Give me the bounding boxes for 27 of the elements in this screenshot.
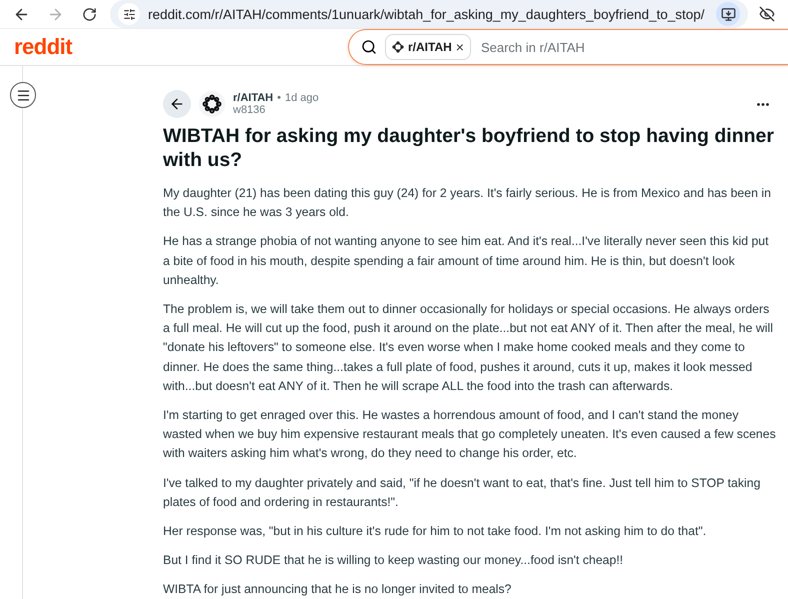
subreddit-link[interactable]: r/AITAH xyxy=(233,92,274,104)
search-field[interactable]: r/AITAH × Search in r/AITAH xyxy=(348,29,788,65)
site-settings-icon[interactable] xyxy=(118,3,140,25)
post-paragraph: The problem is, we will take them out to dinner occasionally for holidays or special occasions. He always orders a full meal. He will cut up the food, push it around on the plate...but not eat ANY of it. Then after the meal, he will "donate his leftovers" to someone else. It's even worse when I make home cooked meals and they come to dinner. He does the same thing...takes a full plate of food, pushes it around, cuts it up, makes it look messed with...but doesn't eat ANY of it. Then he will scrape ALL the food into the trash can afterwards. xyxy=(163,301,774,395)
separator-dot: • xyxy=(277,92,281,104)
post-paragraph: I'm starting to get enraged over this. He wastes a horrendous amount of food, and I can't stand the money wasted when we buy him expensive restaurant meals that go completely uneaten. It's even caused a few scenes with waiters asking him what's wrong, do they need to change his order, etc. xyxy=(163,407,777,462)
search-icon xyxy=(361,39,377,55)
url-text: reddit.com/r/AITAH/comments/1unuark/wibtah_for_asking_my_daughters_boyfriend_to_stop/ xyxy=(148,6,706,22)
subreddit-chip[interactable]: r/AITAH × xyxy=(385,34,471,60)
install-app-icon[interactable] xyxy=(716,2,740,26)
reload-icon xyxy=(82,6,96,22)
author-link[interactable]: w8136 xyxy=(233,104,740,116)
back-button[interactable] xyxy=(163,90,191,118)
menu-icon xyxy=(16,88,30,102)
post-age: 1d ago xyxy=(285,92,319,104)
menu-button[interactable] xyxy=(10,82,36,108)
post-paragraph: My daughter (21) has been dating this guy (24) for 2 years. It's fairly serious. He is from Mexico and has been in the U.S. since he was 3 years old. xyxy=(163,185,772,222)
post-title: WIBTAH for asking my daughter's boyfriend to stop having dinner with us? xyxy=(163,124,775,172)
more-icon xyxy=(757,102,769,106)
subreddit-avatar[interactable] xyxy=(199,91,225,117)
post-paragraph: WIBTA for just announcing that he is no longer invited to meals? xyxy=(163,581,512,598)
post-paragraph: But I find it SO RUDE that he is willing to keep wasting our money...food isn't cheap!! xyxy=(163,552,624,570)
post-paragraph: I've talked to my daughter privately and said, "if he doesn't want to eat, that's fine. Just tell him to STOP taking plates of food and ordering in restaurants!". xyxy=(163,474,762,511)
subreddit-icon xyxy=(392,41,404,53)
post-paragraph: He has a strange phobia of not wanting anyone to see him eat. And it's real...I've literally never seen this kid put a bite of food in his mouth, despite spending a fair amount of time around him. He is thin, but doesn't look unhealthy. xyxy=(163,233,770,289)
post-paragraph: Her response was, "but in his culture it's rude for him to not take food. I'm not asking him to do that". xyxy=(163,523,708,540)
address-bar[interactable]: reddit.com/r/AITAH/comments/1unuark/wibtah_for_asking_my_daughters_boyfriend_to_stop/ xyxy=(110,0,748,28)
